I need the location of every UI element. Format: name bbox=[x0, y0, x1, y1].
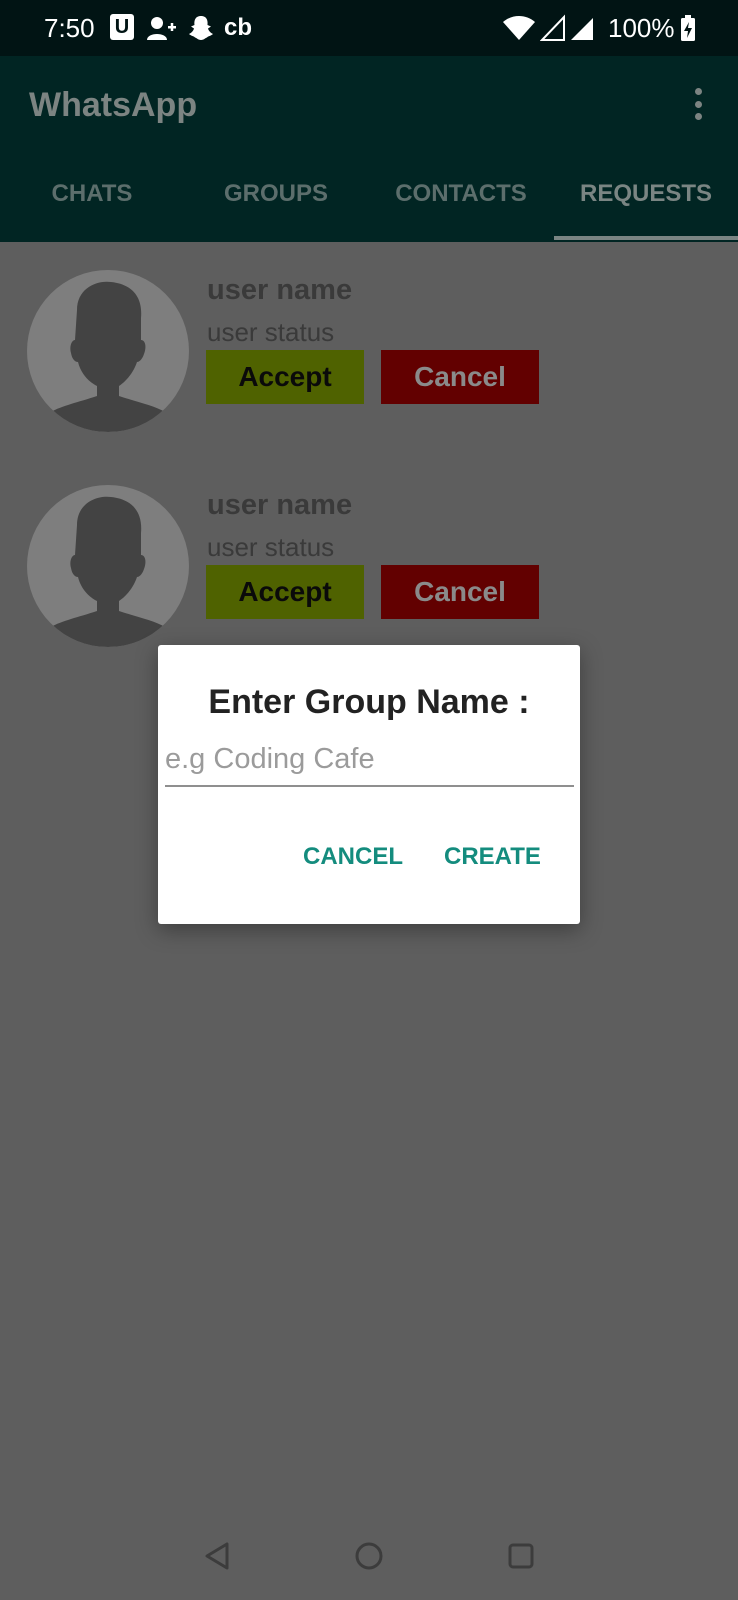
avatar bbox=[27, 485, 189, 647]
cancel-request-button[interactable]: Cancel bbox=[381, 565, 539, 619]
dialog-create-button[interactable]: CREATE bbox=[444, 843, 541, 871]
tab-indicator bbox=[554, 236, 738, 240]
status-bar: 7:50 U cb 100% bbox=[0, 0, 738, 56]
group-name-input[interactable] bbox=[165, 737, 574, 787]
more-vert-icon[interactable] bbox=[686, 86, 710, 122]
tab-bar: CHATS GROUPS CONTACTS REQUESTS bbox=[0, 174, 738, 242]
status-time: 7:50 bbox=[44, 13, 95, 43]
signal-icon bbox=[570, 14, 594, 42]
home-icon[interactable] bbox=[352, 1539, 386, 1573]
tab-contacts[interactable]: CONTACTS bbox=[369, 174, 553, 242]
avatar bbox=[27, 270, 189, 432]
tab-groups[interactable]: GROUPS bbox=[184, 174, 368, 242]
tab-chats[interactable]: CHATS bbox=[0, 174, 184, 242]
back-icon[interactable] bbox=[200, 1539, 234, 1573]
app-bar: WhatsApp CHATS GROUPS CONTACTS REQUESTS bbox=[0, 56, 738, 242]
request-user-status: user status bbox=[207, 532, 335, 562]
request-user-status: user status bbox=[207, 317, 335, 347]
request-item: user name user status Accept Cancel bbox=[0, 262, 738, 432]
battery-charging-icon bbox=[680, 14, 696, 42]
app-title: WhatsApp bbox=[29, 86, 198, 124]
accept-button[interactable]: Accept bbox=[206, 350, 364, 404]
request-user-name: user name bbox=[207, 274, 353, 306]
signal-empty-icon bbox=[540, 14, 566, 42]
request-item: user name user status Accept Cancel bbox=[0, 477, 738, 647]
battery-percent: 100% bbox=[608, 13, 675, 43]
dialog-cancel-button[interactable]: CANCEL bbox=[303, 843, 403, 871]
cb-icon: cb bbox=[224, 14, 253, 41]
navigation-bar bbox=[0, 1515, 738, 1600]
tab-requests[interactable]: REQUESTS bbox=[554, 174, 738, 242]
recents-icon[interactable] bbox=[504, 1539, 538, 1573]
request-user-name: user name bbox=[207, 489, 353, 521]
u-icon: U bbox=[110, 14, 134, 40]
accept-button[interactable]: Accept bbox=[206, 565, 364, 619]
dialog-title: Enter Group Name : bbox=[208, 683, 530, 721]
snapchat-icon bbox=[188, 14, 214, 42]
wifi-icon bbox=[502, 14, 536, 42]
person-add-icon bbox=[146, 14, 176, 42]
cancel-request-button[interactable]: Cancel bbox=[381, 350, 539, 404]
group-name-dialog: Enter Group Name : CANCEL CREATE bbox=[158, 645, 580, 924]
